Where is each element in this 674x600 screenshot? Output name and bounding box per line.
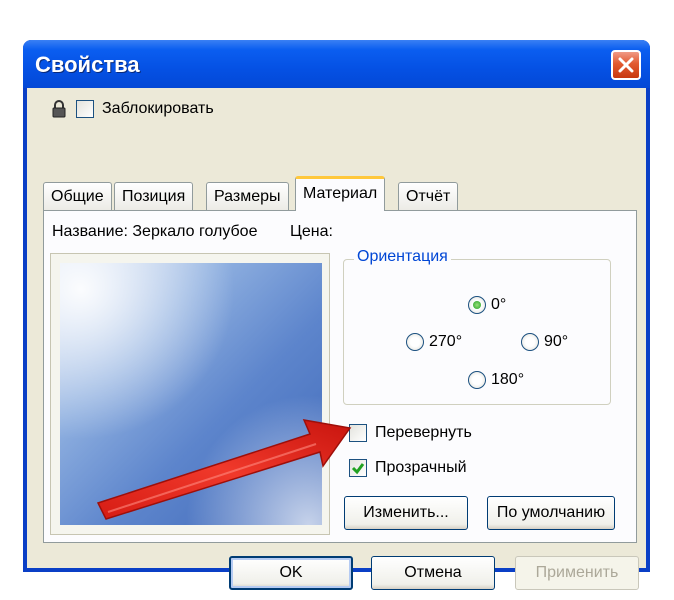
orientation-radio-180[interactable] bbox=[468, 371, 486, 389]
material-name-label: Название: Зеркало голубое bbox=[52, 223, 258, 240]
tab-material-label: Материал bbox=[303, 185, 378, 202]
tab-position[interactable]: Позиция bbox=[114, 182, 194, 210]
orientation-group: Ориентация 0° 270° 90° 180° bbox=[343, 248, 611, 405]
orientation-radio-0[interactable] bbox=[468, 296, 486, 314]
tab-report[interactable]: Отчёт bbox=[398, 182, 459, 210]
material-tab-panel: Название: Зеркало голубое Цена: Ориентац… bbox=[43, 210, 637, 543]
tab-material[interactable]: Материал bbox=[295, 176, 386, 211]
close-button[interactable] bbox=[611, 50, 641, 80]
checkmark-icon bbox=[351, 463, 365, 475]
lock-icon bbox=[52, 100, 66, 118]
tab-position-label: Позиция bbox=[122, 188, 186, 205]
change-material-button[interactable]: Изменить... bbox=[344, 496, 468, 530]
ok-button[interactable]: OK bbox=[229, 556, 353, 590]
tab-general[interactable]: Общие bbox=[43, 182, 112, 210]
properties-dialog: Свойства Заблокировать Общие Позиция Раз… bbox=[23, 40, 650, 590]
window-title: Свойства bbox=[35, 52, 140, 77]
orientation-label-180: 180° bbox=[491, 371, 525, 388]
flip-label: Перевернуть bbox=[375, 424, 472, 441]
tab-general-label: Общие bbox=[51, 188, 104, 205]
tab-sizes[interactable]: Размеры bbox=[206, 182, 289, 210]
apply-button[interactable]: Применить bbox=[515, 556, 639, 590]
dialog-client-area: Заблокировать Общие Позиция Размеры Мате… bbox=[27, 88, 646, 590]
material-price-label: Цена: bbox=[290, 223, 333, 240]
radio-selected-dot bbox=[473, 301, 481, 309]
cancel-button[interactable]: Отмена bbox=[371, 556, 495, 590]
orientation-radio-90[interactable] bbox=[521, 333, 539, 351]
material-preview-image bbox=[60, 263, 322, 525]
lock-checkbox[interactable] bbox=[76, 100, 94, 118]
tab-report-label: Отчёт bbox=[406, 188, 451, 205]
orientation-label-270: 270° bbox=[429, 333, 463, 350]
close-icon bbox=[618, 57, 634, 73]
orientation-radio-270[interactable] bbox=[406, 333, 424, 351]
orientation-label-0: 0° bbox=[491, 296, 507, 313]
title-bar[interactable]: Свойства bbox=[23, 40, 650, 88]
material-preview-frame bbox=[50, 253, 330, 535]
transparent-checkbox[interactable] bbox=[349, 459, 367, 477]
orientation-label-90: 90° bbox=[544, 333, 569, 350]
flip-checkbox[interactable] bbox=[349, 424, 367, 442]
transparent-label: Прозрачный bbox=[375, 459, 467, 476]
tab-sizes-label: Размеры bbox=[214, 188, 281, 205]
lock-label: Заблокировать bbox=[102, 100, 214, 117]
orientation-group-title: Ориентация bbox=[354, 248, 451, 266]
default-material-button[interactable]: По умолчанию bbox=[487, 496, 615, 530]
